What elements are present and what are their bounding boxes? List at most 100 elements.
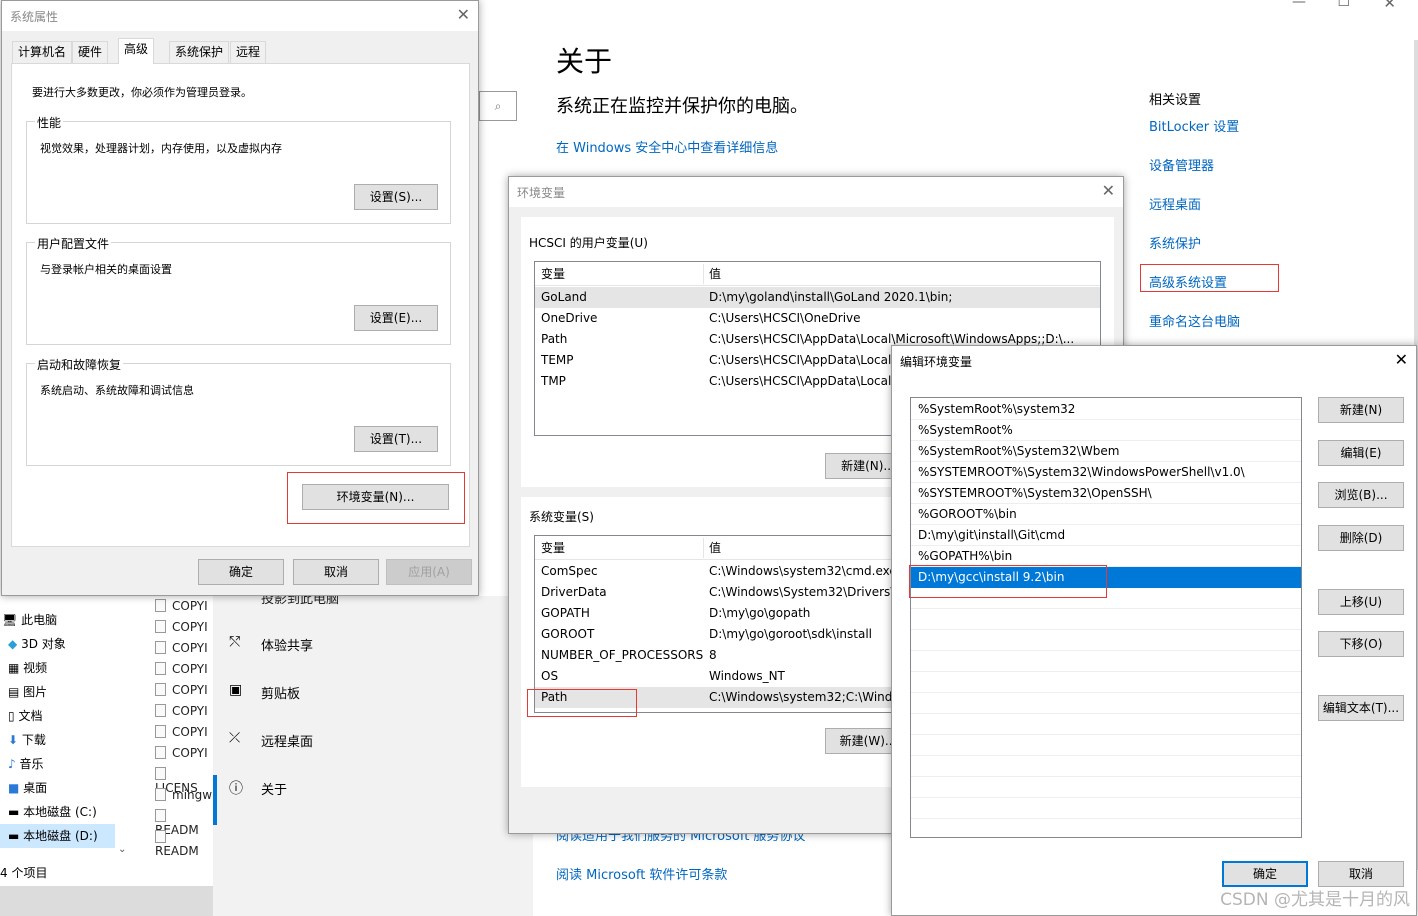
performance-settings-button[interactable]: 设置(S)... — [354, 184, 438, 210]
close-icon[interactable]: ✕ — [1383, 0, 1396, 12]
protection-status: 系统正在监控并保护你的电脑。 — [556, 96, 808, 117]
file-item[interactable]: COPYI — [155, 662, 208, 676]
tree-label: 3D 对象 — [21, 637, 66, 651]
minimize-icon[interactable]: — — [1292, 0, 1306, 10]
scroll-down-icon[interactable]: ⌄ — [118, 844, 126, 855]
new-button[interactable]: 新建(N) — [1318, 397, 1404, 423]
nav-item-about[interactable]: 关于 — [261, 779, 287, 798]
file-item[interactable]: mingw — [155, 788, 212, 802]
device-manager-link[interactable]: 设备管理器 — [1149, 155, 1214, 174]
file-item[interactable]: COPYI — [155, 746, 208, 760]
download-icon: ⬇ — [8, 733, 19, 747]
remote-desktop-link[interactable]: 远程桌面 — [1149, 194, 1201, 213]
search-icon[interactable]: ⌕ — [479, 91, 517, 121]
tab-computer-name[interactable]: 计算机名 — [12, 41, 73, 63]
file-item[interactable]: READM — [155, 830, 213, 858]
cancel-button[interactable]: 取消 — [1318, 861, 1404, 887]
tree-item-video[interactable]: ▦ 视频 — [8, 659, 47, 676]
file-item[interactable]: COPYI — [155, 599, 208, 613]
group-label: 性能 — [35, 114, 64, 131]
tree-label: 下载 — [21, 733, 46, 747]
tab-remote[interactable]: 远程 — [230, 41, 267, 63]
tab-hardware[interactable]: 硬件 — [72, 41, 109, 63]
highlight-box — [287, 472, 465, 524]
rename-pc-link[interactable]: 重命名这台电脑 — [1149, 311, 1240, 330]
close-icon[interactable]: ✕ — [1395, 350, 1408, 369]
highlight-box — [909, 565, 1107, 598]
column-header-value[interactable]: 值 — [709, 262, 721, 285]
startup-group: 启动和故障恢复 系统启动、系统故障和调试信息 设置(T)... — [26, 356, 451, 466]
dialog-title: 编辑环境变量 — [892, 346, 1416, 376]
list-item[interactable]: %SYSTEMROOT%\System32\OpenSSH\ — [911, 483, 1301, 504]
file-item[interactable]: COPYI — [155, 704, 208, 718]
group-label: 启动和故障恢复 — [35, 356, 124, 373]
file-explorer: 🖥 此电脑 ◆ 3D 对象 ▦ 视频 ▤ 图片 ▯ 文档 ⬇ 下载 ♪ 音乐 ■… — [0, 596, 213, 886]
startup-settings-button[interactable]: 设置(T)... — [354, 426, 438, 452]
license-terms-link[interactable]: 阅读 Microsoft 软件许可条款 — [556, 864, 727, 883]
tree-item-desktop[interactable]: ■ 桌面 — [8, 779, 47, 796]
move-down-button[interactable]: 下移(O) — [1318, 631, 1404, 657]
nav-item-share[interactable]: 体验共享 — [261, 635, 313, 654]
file-item[interactable]: COPYI — [155, 641, 208, 655]
tree-item-this-pc[interactable]: 🖥 此电脑 — [2, 611, 57, 628]
path-entries-list[interactable]: %SystemRoot%\system32 %SystemRoot% %Syst… — [910, 397, 1302, 838]
list-item[interactable]: %GOPATH%\bin — [911, 546, 1301, 567]
table-row[interactable]: OneDrive C:\Users\HCSCI\OneDrive — [535, 308, 1100, 329]
profile-settings-button[interactable]: 设置(E)... — [354, 305, 438, 331]
cancel-button[interactable]: 取消 — [293, 559, 379, 585]
tab-system-protection[interactable]: 系统保护 — [169, 41, 230, 63]
system-protection-link[interactable]: 系统保护 — [1149, 233, 1201, 252]
list-header: 变量 值 — [535, 262, 1100, 286]
column-header-value[interactable]: 值 — [709, 536, 721, 559]
list-item[interactable]: %SystemRoot%\system32 — [911, 399, 1301, 420]
table-row[interactable]: GoLand D:\my\goland\install\GoLand 2020.1… — [535, 287, 1100, 308]
file-item[interactable]: COPYI — [155, 620, 208, 634]
system-properties-dialog: 系统属性 ✕ 计算机名 硬件 高级 系统保护 远程 要进行大多数更改，你必须作为… — [1, 0, 479, 596]
highlight-box — [527, 689, 637, 717]
nav-item-remote[interactable]: 远程桌面 — [261, 731, 313, 750]
list-item[interactable]: %GOROOT%\bin — [911, 504, 1301, 525]
apply-button[interactable]: 应用(A) — [386, 559, 472, 585]
move-up-button[interactable]: 上移(U) — [1318, 589, 1404, 615]
edit-text-button[interactable]: 编辑文本(T)... — [1318, 695, 1404, 721]
list-item[interactable]: %SystemRoot% — [911, 420, 1301, 441]
bitlocker-link[interactable]: BitLocker 设置 — [1149, 116, 1239, 135]
tab-advanced[interactable]: 高级 — [118, 38, 155, 64]
delete-button[interactable]: 删除(D) — [1318, 525, 1404, 551]
list-item[interactable]: %SystemRoot%\System32\Wbem — [911, 441, 1301, 462]
tree-item-pictures[interactable]: ▤ 图片 — [8, 683, 47, 700]
list-item[interactable]: D:\my\git\install\Git\cmd — [911, 525, 1301, 546]
column-header-variable[interactable]: 变量 — [541, 262, 565, 285]
tree-item-music[interactable]: ♪ 音乐 — [8, 755, 44, 772]
profile-group: 用户配置文件 与登录帐户相关的桌面设置 设置(E)... — [26, 235, 451, 345]
security-center-link[interactable]: 在 Windows 安全中心中查看详细信息 — [556, 137, 778, 156]
file-item[interactable]: COPYI — [155, 683, 208, 697]
related-settings-title: 相关设置 — [1149, 93, 1202, 108]
tree-item-3d[interactable]: ◆ 3D 对象 — [8, 635, 66, 652]
tree-label: 此电脑 — [21, 613, 58, 627]
file-item[interactable]: COPYI — [155, 725, 208, 739]
list-item[interactable]: %SYSTEMROOT%\System32\WindowsPowerShell\… — [911, 462, 1301, 483]
tree-item-documents[interactable]: ▯ 文档 — [8, 707, 42, 724]
column-header-variable[interactable]: 变量 — [541, 536, 565, 559]
maximize-icon[interactable]: ☐ — [1337, 0, 1350, 10]
tree-item-drive-d[interactable]: ▬ 本地磁盘 (D:) — [0, 824, 115, 848]
pc-icon: 🖥 — [2, 613, 18, 627]
close-icon[interactable]: ✕ — [457, 5, 470, 24]
browse-button[interactable]: 浏览(B)... — [1318, 482, 1404, 508]
tree-item-downloads[interactable]: ⬇ 下载 — [8, 731, 46, 748]
drive-icon: ▬ — [8, 829, 20, 843]
picture-icon: ▤ — [8, 685, 20, 699]
sys-vars-label: 系统变量(S) — [529, 510, 594, 524]
cube-icon: ◆ — [8, 637, 18, 651]
performance-group: 性能 视觉效果，处理器计划，内存使用，以及虚拟内存 设置(S)... — [26, 114, 451, 224]
ok-button[interactable]: 确定 — [1222, 861, 1308, 887]
close-icon[interactable]: ✕ — [1102, 181, 1115, 200]
nav-item-clipboard[interactable]: 剪贴板 — [261, 683, 300, 702]
tree-label: 本地磁盘 (C:) — [23, 805, 97, 819]
ok-button[interactable]: 确定 — [198, 559, 284, 585]
tree-item-drive-c[interactable]: ▬ 本地磁盘 (C:) — [8, 803, 97, 820]
edit-button[interactable]: 编辑(E) — [1318, 440, 1404, 466]
watermark: CSDN @尤其是十月的风 — [1220, 890, 1410, 910]
taskbar-area — [0, 886, 213, 916]
